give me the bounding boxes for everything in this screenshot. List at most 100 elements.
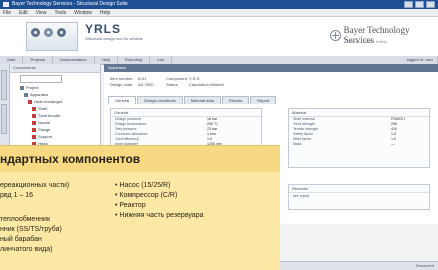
field-value[interactable]: 1.5 [391, 132, 396, 136]
bayer-cross-icon [330, 29, 341, 41]
panel-title: Material [289, 109, 429, 117]
title-bar: Bayer Technology Services - Structural D… [0, 0, 438, 9]
nav-item-reporting[interactable]: Reporting [118, 56, 151, 64]
tree-node[interactable]: Project [20, 85, 38, 91]
remarks-text[interactable]: see report [293, 194, 309, 199]
tree-node[interactable]: Shell [32, 106, 47, 112]
nav-item-documentation[interactable]: Documentation [53, 56, 95, 64]
tree-node[interactable]: Apparatus [24, 92, 48, 98]
content-header: Apparatus [104, 64, 438, 72]
window-controls [404, 1, 435, 8]
overlay-line: • Нижняя часть резервуара [115, 212, 204, 219]
gear-icon [31, 28, 40, 37]
nav-item-start[interactable]: Start [0, 56, 24, 64]
field-value[interactable]: 255 [391, 122, 397, 126]
summary-block: Item number: B-01 Component: Y-R-S Desig… [104, 74, 438, 88]
field-value[interactable]: P265GH [391, 117, 405, 121]
overlay-left-column: ереакционных части) рвд 1 – 16 теплообме… [0, 181, 110, 255]
menu-view[interactable]: View [36, 9, 47, 16]
side-tab[interactable] [1, 104, 7, 134]
tree-node[interactable]: Tube bundle [32, 113, 60, 119]
tree-node[interactable]: Heat exchanger [28, 99, 62, 105]
overlay-line: • Реактор [115, 202, 146, 209]
panel-title: Remarks [289, 185, 429, 193]
user-status: logged in: user [403, 56, 438, 64]
tree-node[interactable]: Nozzle [32, 120, 50, 126]
summary-label: Design code: [110, 82, 134, 87]
brand-subtitle: Process · Plant · Safety [345, 39, 388, 44]
field-value[interactable]: 23 bar [207, 127, 217, 131]
side-tab[interactable] [1, 70, 7, 100]
component-icon [32, 127, 36, 132]
field-value[interactable]: 410 [391, 127, 397, 131]
gear-icon [44, 28, 53, 37]
tree-header: Components [10, 64, 100, 73]
field-value[interactable]: 1.0 [391, 137, 396, 141]
overlay-title: ндартных компонентов [0, 152, 141, 166]
tab-general[interactable]: General [108, 96, 137, 104]
menu-bar: File Edit View Tools Window Help [0, 9, 438, 17]
window-title: Bayer Technology Services - Structural D… [12, 1, 128, 7]
menu-file[interactable]: File [3, 9, 11, 16]
summary-value: Calculation finished [189, 82, 224, 87]
minimize-icon[interactable] [404, 1, 413, 8]
application-window: Bayer Technology Services - Structural D… [0, 0, 438, 270]
summary-label: Status: [166, 82, 179, 87]
app-title: YRLS [85, 22, 122, 36]
gear-icon [57, 28, 66, 37]
overlay-line: ереакционных части) [0, 182, 70, 189]
menu-edit[interactable]: Edit [19, 9, 28, 16]
menu-help[interactable]: Help [100, 9, 110, 16]
overlay-right-column: • Насос (15/25/R) • Компрессор (C/R) • Р… [115, 181, 280, 221]
nav-item-info[interactable]: Info [150, 56, 173, 64]
app-icon [3, 2, 9, 7]
overlay-line: линчатого вида) [0, 246, 53, 253]
menu-tools[interactable]: Tools [54, 9, 66, 16]
overlay-line: • Компрессор (C/R) [115, 192, 178, 199]
overlay-line: теплообменник [0, 216, 51, 223]
caption-overlay: ндартных компонентов ереакционных части)… [0, 145, 280, 270]
tree-node[interactable]: Support [32, 134, 52, 140]
tab-material-data[interactable]: Material data [183, 96, 221, 104]
remarks-panel: Remarks see report [288, 184, 430, 210]
app-subtitle: Structural design tool for vessels [85, 36, 143, 41]
overlay-header: ндартных компонентов [0, 146, 280, 172]
panel-title: General [111, 109, 261, 117]
close-icon[interactable] [426, 1, 435, 8]
tree-node[interactable]: Flange [32, 127, 50, 133]
tab-design-conditions[interactable]: Design conditions [137, 96, 183, 104]
summary-value: B-01 [138, 76, 147, 81]
overlay-line: рвд 1 – 16 [0, 192, 34, 199]
folder-icon [24, 92, 28, 97]
field-value[interactable]: 16 bar [207, 117, 217, 121]
menu-window[interactable]: Window [74, 9, 92, 16]
tab-strip: General Design conditions Material data … [108, 96, 277, 104]
field-value[interactable]: 250 °C [207, 122, 218, 126]
overlay-line: нник (SS/TS/труба) [0, 226, 62, 233]
field-value[interactable]: 1 mm [207, 132, 216, 136]
summary-value: Y-R-S [189, 76, 200, 81]
summary-label: Component: [166, 76, 188, 81]
summary-label: Item number: [110, 76, 134, 81]
overlay-spacer [0, 201, 110, 215]
component-icon [32, 134, 36, 139]
gears-logo-icon [26, 22, 78, 51]
tab-report[interactable]: Report [250, 96, 277, 104]
material-panel: Material Shell material P265GH Yield str… [288, 108, 430, 168]
nav-item-projects[interactable]: Projects [23, 56, 53, 64]
field-value[interactable]: 1.0 [207, 137, 212, 141]
component-icon [28, 99, 32, 104]
app-header: YRLS Structural design tool for vessels … [0, 17, 438, 57]
maximize-icon[interactable] [415, 1, 424, 8]
field-label: Mass [293, 142, 302, 146]
field-value[interactable]: — [391, 142, 395, 146]
overlay-line: • Насос (15/25/R) [115, 182, 171, 189]
tab-results[interactable]: Results [221, 96, 250, 104]
component-icon [32, 106, 36, 111]
component-icon [32, 120, 36, 125]
overlay-line: ный барабан [0, 236, 42, 243]
tree-search-input[interactable] [20, 75, 62, 83]
nav-item-help[interactable]: Help [95, 56, 119, 64]
folder-icon [20, 85, 24, 90]
component-icon [32, 113, 36, 118]
